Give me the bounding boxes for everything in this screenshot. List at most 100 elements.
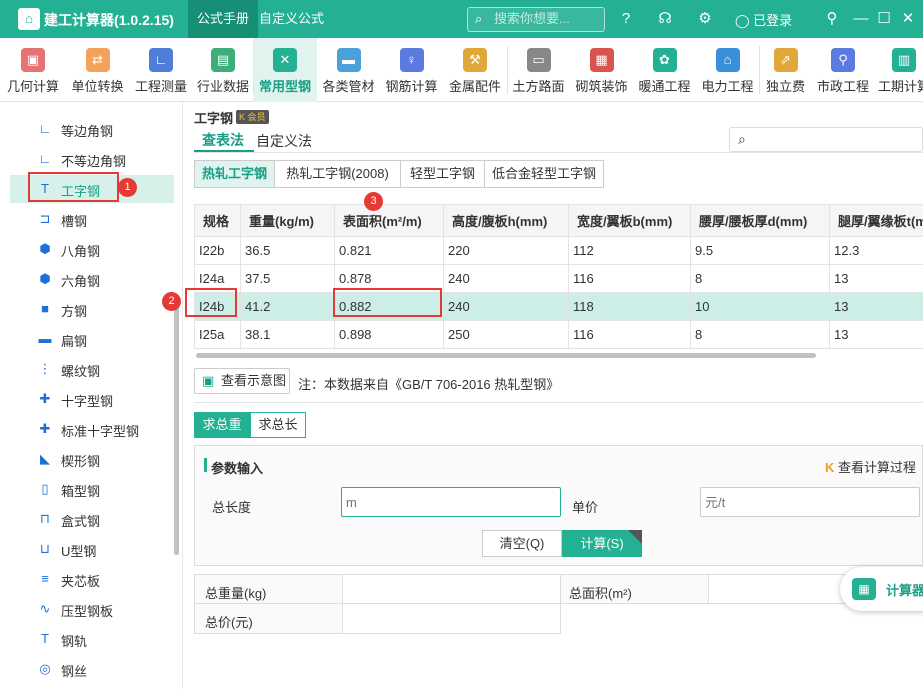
toolbar-item-icon: ♀ <box>399 48 424 72</box>
steel-profile-icon: ◣ <box>40 451 50 466</box>
sidebar-item-1[interactable]: ∟ 不等边角钢 <box>10 145 174 173</box>
table-row[interactable]: I25a 38.1 0.898 250 116 8 13 <box>194 320 923 349</box>
table-row[interactable]: I24b 41.2 0.882 240 118 10 13 <box>194 292 923 321</box>
sidebar-item-0[interactable]: ∟ 等边角钢 <box>10 115 174 143</box>
clear-button[interactable]: 清空(Q) <box>482 530 562 557</box>
toolbar-item-icon: ⇗ <box>773 48 798 72</box>
toolbar-item-label: 常用型钢 <box>258 79 311 94</box>
search-box[interactable]: ⌕ <box>467 7 605 32</box>
table-hscrollbar[interactable] <box>196 353 816 358</box>
sidebar-item-13[interactable]: ⊓ 盒式钢 <box>10 505 174 533</box>
toolbar-item-4[interactable]: ✕ 常用型钢 <box>253 38 317 102</box>
total-price-label: 总价(元) <box>194 603 343 634</box>
help-icon[interactable]: ? <box>616 10 636 28</box>
toolbar-item-label: 暖通工程 <box>638 79 691 94</box>
sidebar-item-7[interactable]: ▬ 扁钢 <box>10 325 174 353</box>
annotation-badge-3: 3 <box>364 192 383 211</box>
tab-total-length[interactable]: 求总长 <box>250 412 306 438</box>
sidebar-item-3[interactable]: ⊐ 槽钢 <box>10 205 174 233</box>
sidebar-scrollbar[interactable] <box>174 302 179 555</box>
table-header-cell[interactable]: 重量(kg/m) <box>240 204 335 237</box>
sidebar-item-label: 八角钢 <box>61 244 101 259</box>
type-tab-3[interactable]: 低合金轻型工字钢 <box>485 161 603 187</box>
table-header-cell[interactable]: 高度/腹板h(mm) <box>443 204 569 237</box>
table-header-cell[interactable]: 腰厚/腰板厚d(mm) <box>690 204 830 237</box>
sidebar-item-5[interactable]: ⬢ 六角钢 <box>10 265 174 293</box>
toolbar-item-3[interactable]: ▤ 行业数据 <box>193 38 253 102</box>
sidebar-item-12[interactable]: ▯ 箱型钢 <box>10 475 174 503</box>
vip-corner-icon <box>628 530 642 544</box>
steel-profile-icon: ⬢ <box>39 271 51 286</box>
toolbar-item-6[interactable]: ♀ 钢筋计算 <box>380 38 443 102</box>
sidebar-item-6[interactable]: ■ 方钢 <box>10 295 174 323</box>
steel-profile-icon: ∿ <box>39 601 51 616</box>
toolbar-item-0[interactable]: ▣ 几何计算 <box>0 38 66 102</box>
toolbar-item-label: 各类管材 <box>322 79 375 94</box>
toolbar-item-icon: ∟ <box>149 48 173 72</box>
sidebar-item-11[interactable]: ◣ 楔形钢 <box>10 445 174 473</box>
toolbar-item-label: 工期计算 <box>877 79 923 94</box>
tab-lookup[interactable]: 查表法 <box>202 130 244 150</box>
toolbar-item-9[interactable]: ▦ 砌筑装饰 <box>570 38 633 102</box>
floating-calculator-button[interactable]: ▦ 计算器 <box>840 567 923 611</box>
type-tab-2[interactable]: 轻型工字钢 <box>401 161 485 187</box>
divider <box>194 402 923 403</box>
headset-icon[interactable]: ☊ <box>655 10 675 28</box>
table-header-cell[interactable]: 表面积(m²/m) <box>334 204 444 237</box>
minimize-icon[interactable]: — <box>851 10 871 28</box>
total-length-input[interactable] <box>341 487 561 517</box>
steel-profile-icon: ◎ <box>39 661 51 676</box>
tab-formula-manual[interactable]: 公式手册 <box>188 0 259 38</box>
steel-profile-icon: ■ <box>41 301 49 316</box>
sidebar-item-9[interactable]: ✚ 十字型钢 <box>10 385 174 413</box>
table-row[interactable]: I24a 37.5 0.878 240 116 8 13 <box>194 264 923 293</box>
table-row[interactable]: I22b 36.5 0.821 220 112 9.5 12.3 <box>194 236 923 265</box>
sidebar-item-14[interactable]: ⊔ U型钢 <box>10 535 174 563</box>
sidebar-item-label: 螺纹钢 <box>61 364 101 379</box>
user-icon: ◯ <box>735 13 754 28</box>
toolbar-item-10[interactable]: ✿ 暖通工程 <box>633 38 696 102</box>
maximize-icon[interactable]: ☐ <box>874 10 894 28</box>
tab-custom-formula[interactable]: 自定义公式 <box>250 0 333 38</box>
table-header-cell[interactable]: 宽度/翼板b(mm) <box>568 204 691 237</box>
toolbar-item-14[interactable]: ▥ 工期计算 <box>874 38 923 102</box>
close-icon[interactable]: ✕ <box>898 10 918 28</box>
table-cell: 13 <box>829 320 923 349</box>
pin-icon[interactable]: ⚲ <box>822 10 842 28</box>
sidebar-item-8[interactable]: ⋮ 螺纹钢 <box>10 355 174 383</box>
view-diagram-button[interactable]: ▣ 查看示意图 <box>194 368 290 394</box>
tab-custom-method[interactable]: 自定义法 <box>256 131 312 151</box>
toolbar-item-5[interactable]: ▬ 各类管材 <box>317 38 380 102</box>
vip-icon: K <box>825 460 835 475</box>
tab-total-weight[interactable]: 求总重 <box>194 412 250 438</box>
table-header-cell[interactable]: 规格 <box>194 204 241 237</box>
login-status[interactable]: ◯ 已登录 <box>735 10 792 29</box>
table-search[interactable]: ⌕ <box>729 127 923 152</box>
search-input[interactable] <box>494 11 599 26</box>
toolbar-item-11[interactable]: ⌂ 电力工程 <box>696 38 759 102</box>
image-icon: ▣ <box>202 373 215 388</box>
toolbar-item-label: 钢筋计算 <box>385 79 438 94</box>
table-cell: 112 <box>568 236 691 265</box>
table-cell: I22b <box>194 236 241 265</box>
sidebar-item-10[interactable]: ✚ 标准十字型钢 <box>10 415 174 443</box>
toolbar-item-1[interactable]: ⇄ 单位转换 <box>66 38 129 102</box>
table-header-cell[interactable]: 腿厚/翼缘板t(mm) <box>829 204 923 237</box>
sidebar-item-17[interactable]: T 钢轨 <box>10 625 174 653</box>
sidebar-item-4[interactable]: ⬢ 八角钢 <box>10 235 174 263</box>
total-weight-value <box>342 574 561 604</box>
app-logo-icon: ⌂ <box>18 8 40 30</box>
toolbar-item-13[interactable]: ⚲ 市政工程 <box>812 38 874 102</box>
sidebar-item-15[interactable]: ≡ 夹芯板 <box>10 565 174 593</box>
type-tab-0[interactable]: 热轧工字钢 <box>195 161 275 187</box>
toolbar-item-8[interactable]: ▭ 土方路面 <box>507 38 570 102</box>
toolbar-item-2[interactable]: ∟ 工程测量 <box>129 38 193 102</box>
toolbar-item-12[interactable]: ⇗ 独立费 <box>759 38 812 102</box>
sidebar-item-16[interactable]: ∿ 压型钢板 <box>10 595 174 623</box>
toolbar-item-7[interactable]: ⚒ 金属配件 <box>443 38 507 102</box>
sidebar-item-18[interactable]: ◎ 钢丝 <box>10 655 174 683</box>
type-tab-1[interactable]: 热轧工字钢(2008) <box>275 161 401 187</box>
unit-price-input[interactable] <box>700 487 920 517</box>
gear-icon[interactable]: ⚙ <box>695 10 715 28</box>
view-process-link[interactable]: K 查看计算过程 <box>825 457 916 476</box>
